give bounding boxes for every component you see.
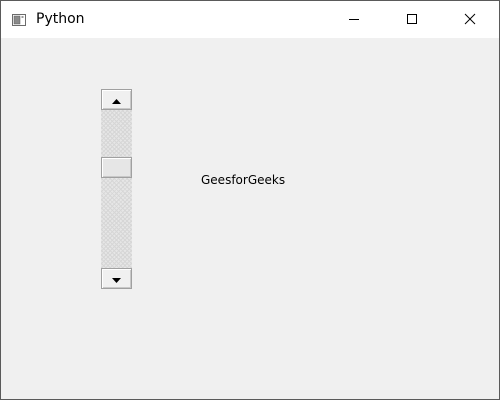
app-window: Python GeesforGeeks: [0, 0, 500, 400]
scroll-down-button[interactable]: [101, 268, 132, 289]
maximize-button[interactable]: [389, 1, 435, 38]
close-icon: [464, 10, 476, 29]
python-app-icon[interactable]: [11, 12, 27, 28]
minimize-button[interactable]: [331, 1, 377, 38]
arrow-up-icon: [112, 90, 121, 109]
window-title: Python: [36, 11, 85, 27]
arrow-down-icon: [112, 269, 121, 288]
scroll-up-button[interactable]: [101, 89, 132, 110]
close-button[interactable]: [447, 1, 493, 38]
vertical-scrollbar[interactable]: [101, 89, 132, 289]
scrollbar-track[interactable]: [101, 89, 132, 289]
maximize-icon: [406, 10, 418, 29]
window-content: GeesforGeeks: [1, 38, 499, 399]
minimize-icon: [348, 10, 360, 29]
geeks-label: GeesforGeeks: [201, 173, 286, 187]
scrollbar-thumb[interactable]: [101, 157, 132, 178]
title-bar[interactable]: Python: [1, 1, 499, 38]
